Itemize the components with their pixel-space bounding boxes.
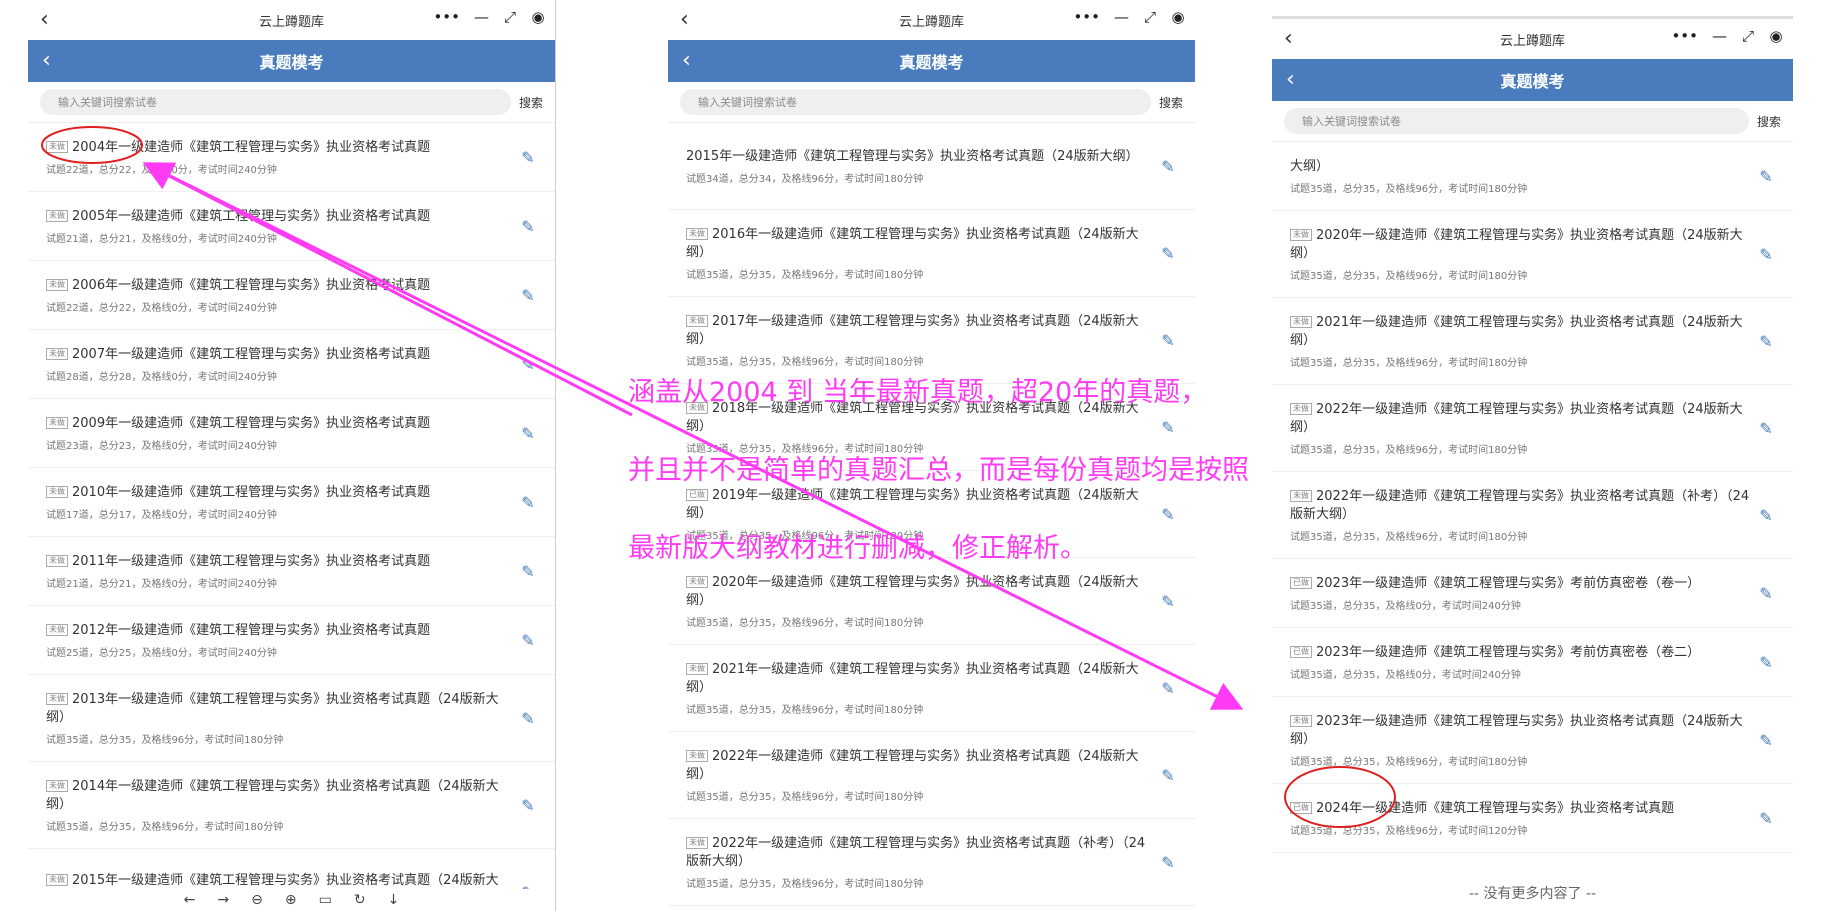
highlight-circle-2024 (1284, 766, 1396, 828)
highlight-circle-2004 (41, 126, 143, 164)
arrow-to-2024 (147, 163, 1244, 710)
annotation-overlay (41, 126, 1396, 828)
